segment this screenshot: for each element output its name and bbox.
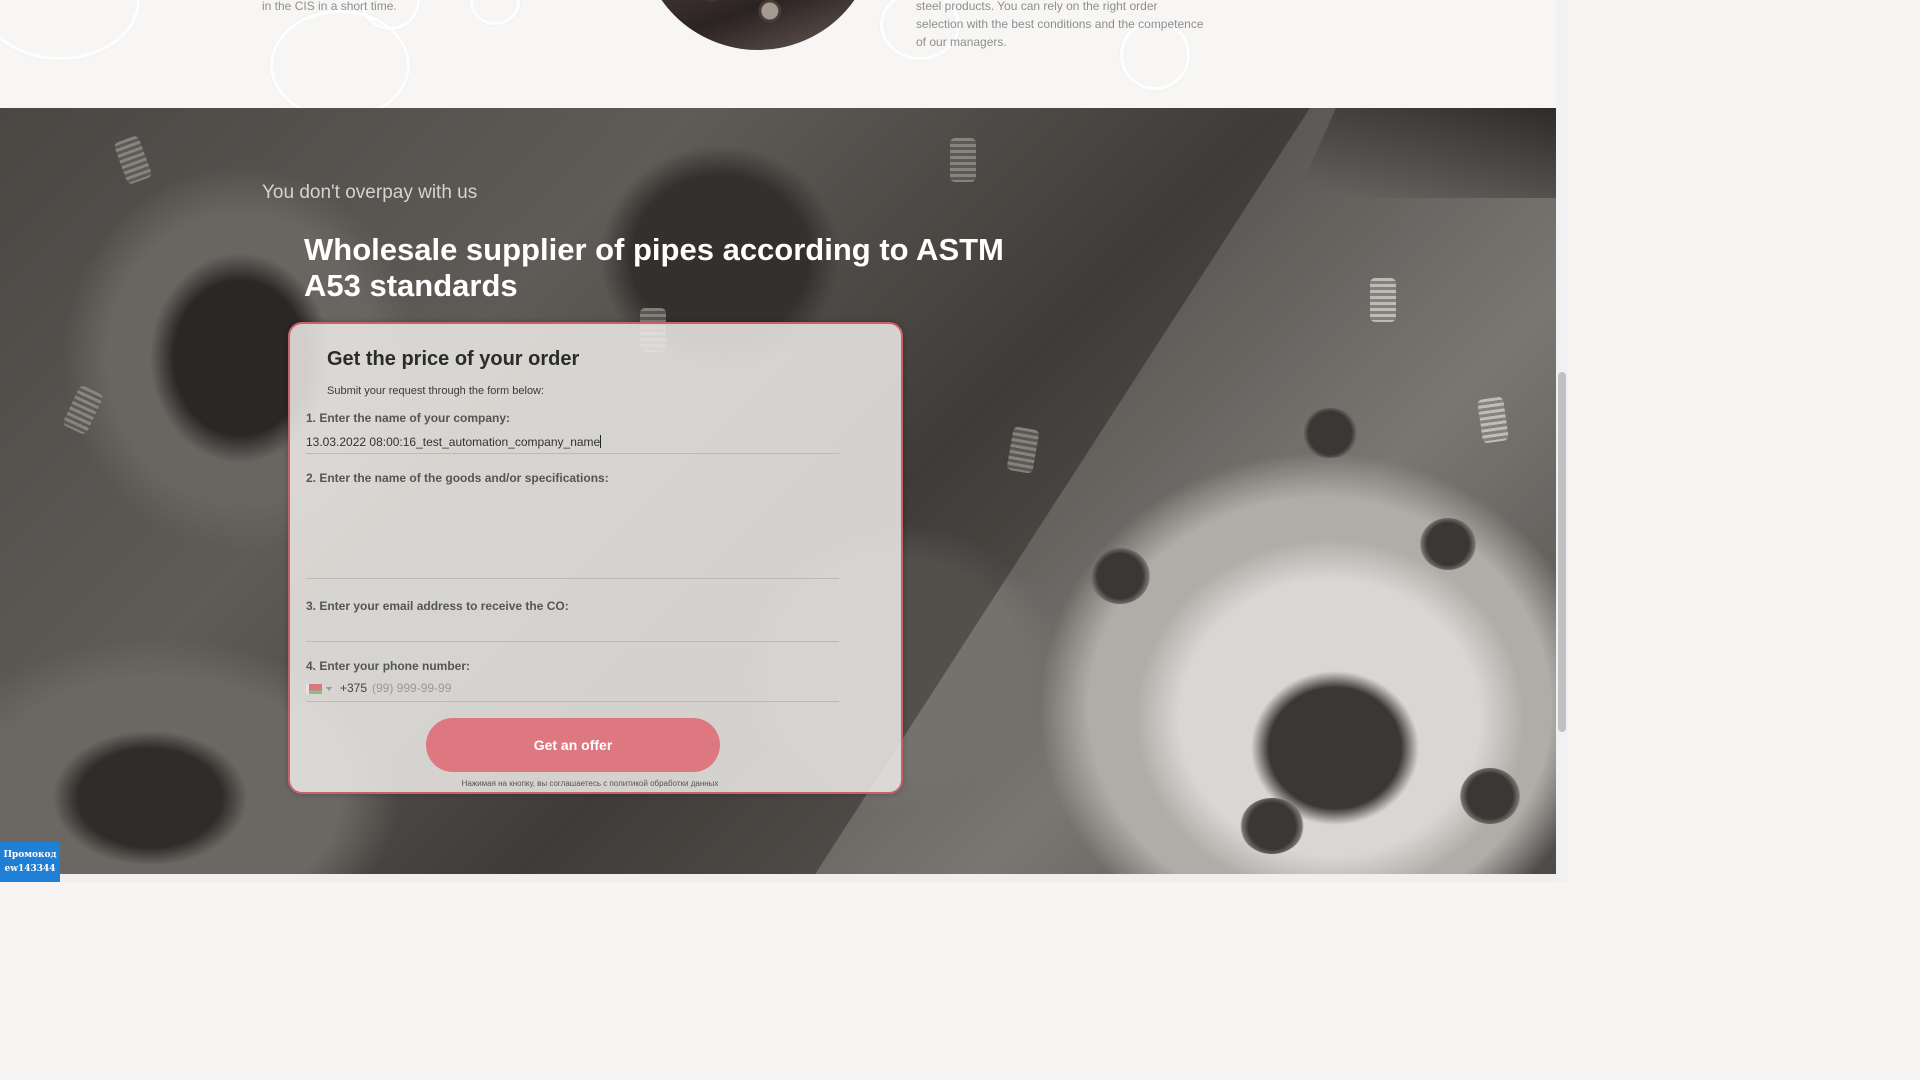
feature-text-left: in the CIS in a short time.	[262, 0, 397, 13]
promo-code: ew143344	[4, 864, 56, 874]
email-field[interactable]	[306, 622, 839, 640]
hero-subtitle: You don't overpay with us	[262, 182, 478, 203]
company-field-value: 13.03.2022 08:00:16_test_automation_comp…	[306, 435, 601, 449]
hero-headline: Wholesale supplier of pipes according to…	[304, 232, 1004, 303]
promo-label: Промокод	[3, 850, 57, 860]
page: in the CIS in a short time. steel produc…	[0, 0, 1568, 882]
feature-text-right: steel products. You can rely on the righ…	[916, 0, 1204, 49]
scrollbar-thumb[interactable]	[1558, 372, 1566, 732]
goods-field-underline	[306, 578, 839, 579]
hero-corner-shade	[1296, 108, 1556, 198]
phone-country-code: +375	[340, 681, 368, 695]
goods-label: 2. Enter the name of the goods and/or sp…	[306, 471, 609, 485]
company-field[interactable]: 13.03.2022 08:00:16_test_automation_comp…	[306, 435, 602, 449]
email-label: 3. Enter your email address to receive t…	[306, 599, 569, 613]
decorative-bubble	[470, 0, 520, 25]
phone-field[interactable]: (99) 999-99-99	[372, 681, 451, 695]
order-form: Get the price of your order Submit your …	[288, 322, 903, 794]
consent-text: Нажимая на кнопку, вы соглашаетесь с пол…	[461, 779, 719, 788]
belarus-flag-icon[interactable]	[306, 684, 322, 694]
email-field-underline	[306, 641, 839, 642]
goods-textarea[interactable]	[306, 494, 839, 576]
form-subtitle: Submit your request through the form bel…	[327, 385, 545, 397]
company-label: 1. Enter the name of your company:	[306, 411, 511, 425]
next-section-edge	[0, 874, 1556, 882]
decorative-bubble	[0, 0, 140, 60]
form-title: Get the price of your order	[327, 348, 580, 370]
text-caret	[600, 435, 602, 448]
get-offer-button[interactable]: Get an offer	[426, 718, 720, 772]
phone-label: 4. Enter your phone number:	[306, 659, 471, 673]
features-strip: in the CIS in a short time. steel produc…	[0, 0, 1556, 108]
promo-code-badge[interactable]: Промокод ew143344	[0, 842, 60, 882]
company-field-underline	[306, 453, 839, 454]
phone-field-underline	[306, 701, 839, 702]
page-scrollbar[interactable]	[1556, 0, 1568, 882]
pipes-image	[640, 0, 876, 50]
chevron-down-icon[interactable]	[326, 687, 332, 691]
